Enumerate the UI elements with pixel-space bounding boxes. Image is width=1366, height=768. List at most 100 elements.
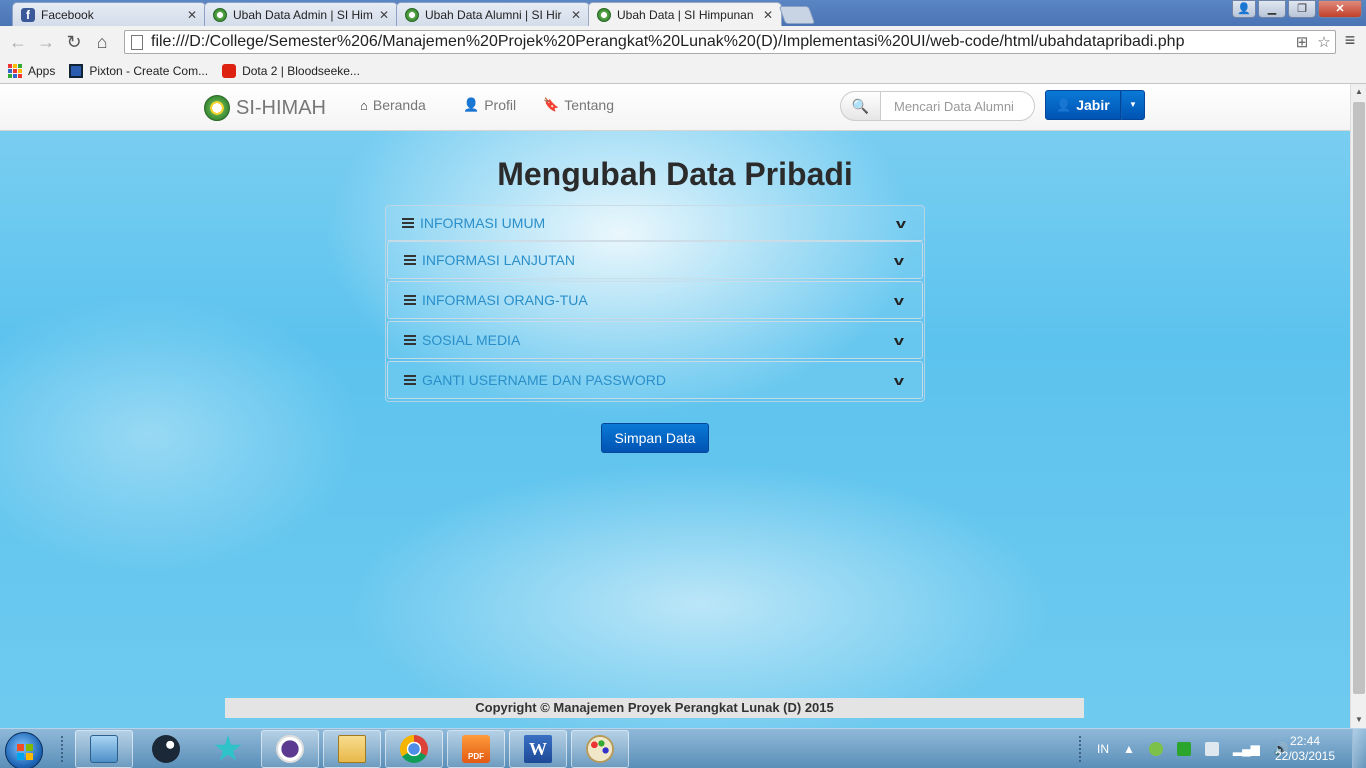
browser-toolbar: ← → ↻ ⌂ file:///D:/College/Semester%206/… <box>0 26 1366 58</box>
back-arrow-icon[interactable]: ← <box>4 28 32 56</box>
taskbar-app-steam[interactable] <box>137 730 195 768</box>
star-app-icon <box>214 735 242 761</box>
clock-time: 22:44 <box>1289 734 1321 748</box>
chrome-menu-icon[interactable]: ≡ <box>1340 30 1360 54</box>
tab-close-icon[interactable]: ✕ <box>571 8 581 22</box>
search-group: 🔍 <box>840 91 1035 121</box>
chrome-icon <box>400 735 428 763</box>
list-icon <box>404 255 416 265</box>
chevron-down-icon: v <box>893 332 905 348</box>
search-button[interactable]: 🔍 <box>840 91 880 121</box>
green-app-icon[interactable] <box>1176 742 1191 756</box>
list-icon <box>404 375 416 385</box>
taskbar-app-star[interactable] <box>199 730 257 768</box>
scroll-down-arrow-icon[interactable]: ▼ <box>1351 712 1366 728</box>
user-button[interactable]: 👤 Jabir <box>1045 90 1121 120</box>
taskbar-app-word[interactable]: W <box>509 730 567 768</box>
tab-close-icon[interactable]: ✕ <box>763 8 773 22</box>
site-brand[interactable]: SI-HIMAH <box>204 95 326 121</box>
accordion-label: INFORMASI ORANG-TUA <box>422 292 588 308</box>
windows-taskbar: PDF W IN ▲ ▂▄▆ 🔊 22:44 22/03/2015 <box>0 728 1366 768</box>
accordion-informasi-umum[interactable]: INFORMASI UMUM v <box>386 206 924 241</box>
caret-down-icon[interactable]: ▼ <box>1121 90 1145 120</box>
profile-icon[interactable]: 👤 <box>1232 0 1256 18</box>
taskbar-grip <box>60 735 64 763</box>
bookmark-apps[interactable]: Apps <box>8 63 55 78</box>
taskbar-app-paint[interactable] <box>571 730 629 768</box>
user-icon: 👤 <box>1056 98 1072 112</box>
steam-icon <box>152 735 180 763</box>
minimize-button[interactable]: ▁ <box>1258 0 1286 18</box>
accordion-informasi-lanjutan[interactable]: INFORMASI LANJUTAN v <box>387 241 923 279</box>
accordion-label: INFORMASI UMUM <box>420 215 546 231</box>
user-name: Jabir <box>1076 97 1110 113</box>
show-desktop-button[interactable] <box>1352 729 1366 768</box>
foxit-pdf-icon: PDF <box>462 735 490 763</box>
tab-title: Ubah Data Alumni | SI Hir <box>425 7 562 22</box>
show-hidden-icons-icon[interactable]: ▲ <box>1123 742 1135 756</box>
nav-tentang[interactable]: 🔖 Tentang <box>543 97 614 113</box>
footer-copyright: Copyright © Manajemen Proyek Perangkat L… <box>225 698 1084 718</box>
sync-icon[interactable] <box>1148 742 1163 756</box>
clock-date: 22/03/2015 <box>1274 749 1336 763</box>
bookmark-pixton[interactable]: Pixton - Create Com... <box>69 63 209 78</box>
address-url[interactable]: file:///D:/College/Semester%206/Manajeme… <box>151 33 1291 51</box>
user-icon: 👤 <box>463 97 480 112</box>
list-icon <box>402 218 414 228</box>
window-controls: 👤 ▁ ❐ ✕ <box>1232 0 1362 18</box>
forward-arrow-icon[interactable]: → <box>32 28 60 56</box>
tab-title: Facebook <box>41 7 94 22</box>
taskbar-app-explorer[interactable] <box>75 730 133 768</box>
accordion-informasi-orang-tua[interactable]: INFORMASI ORANG-TUA v <box>387 281 923 319</box>
nav-beranda[interactable]: ⌂ Beranda <box>360 97 426 113</box>
list-icon <box>404 335 416 345</box>
language-indicator[interactable]: IN <box>1097 742 1109 756</box>
reload-icon[interactable]: ↻ <box>60 28 88 56</box>
translate-icon[interactable]: ⊞ <box>1291 33 1313 51</box>
himah-logo-icon <box>213 7 227 22</box>
search-icon: 🔍 <box>851 98 870 114</box>
device-icon[interactable] <box>1204 742 1219 756</box>
scroll-thumb[interactable] <box>1353 102 1365 694</box>
accordion-ganti-username-password[interactable]: GANTI USERNAME DAN PASSWORD v <box>387 361 923 399</box>
search-input[interactable] <box>880 91 1035 121</box>
bookmark-star-icon[interactable]: ☆ <box>1313 33 1335 51</box>
tab-ubah-data-alumni[interactable]: Ubah Data Alumni | SI Hir ✕ <box>396 2 590 26</box>
chevron-down-icon: v <box>893 292 905 308</box>
close-window-button[interactable]: ✕ <box>1318 0 1362 18</box>
start-button[interactable] <box>5 732 43 768</box>
taskbar-app-cat[interactable] <box>261 730 319 768</box>
tab-ubah-data-admin[interactable]: Ubah Data Admin | SI Him ✕ <box>204 2 398 26</box>
bookmark-label: Pixton - Create Com... <box>89 63 209 78</box>
tab-ubah-data-active[interactable]: Ubah Data | SI Himpunan ✕ <box>588 2 782 27</box>
browser-tab-strip: f Facebook ✕ Ubah Data Admin | SI Him ✕ … <box>0 0 1366 27</box>
accordion-sosial-media[interactable]: SOSIAL MEDIA v <box>387 321 923 359</box>
system-clock[interactable]: 22:44 22/03/2015 <box>1268 734 1342 764</box>
taskbar-app-pdf[interactable]: PDF <box>447 730 505 768</box>
tab-facebook[interactable]: f Facebook ✕ <box>12 2 206 26</box>
tab-title: Ubah Data Admin | SI Him <box>233 7 373 22</box>
nav-profil[interactable]: 👤 Profil <box>463 97 516 113</box>
facebook-icon: f <box>21 7 35 22</box>
system-tray: IN ▲ ▂▄▆ 🔊 <box>1090 729 1296 768</box>
home-icon[interactable]: ⌂ <box>88 28 116 56</box>
bookmark-icon: 🔖 <box>543 97 560 112</box>
page-scrollbar[interactable]: ▲ ▼ <box>1350 84 1366 728</box>
accordion-label: INFORMASI LANJUTAN <box>422 252 575 268</box>
save-data-button[interactable]: Simpan Data <box>601 423 709 453</box>
nav-label: Beranda <box>372 97 426 113</box>
taskbar-app-chrome[interactable] <box>385 730 443 768</box>
signal-icon[interactable]: ▂▄▆ <box>1233 742 1260 756</box>
maximize-button[interactable]: ❐ <box>1288 0 1316 18</box>
tab-close-icon[interactable]: ✕ <box>187 8 197 22</box>
word-icon: W <box>524 735 552 763</box>
taskbar-app-folder[interactable] <box>323 730 381 768</box>
data-accordion: INFORMASI UMUM v INFORMASI LANJUTAN v IN… <box>385 205 925 402</box>
new-tab-button[interactable] <box>778 6 816 24</box>
tab-close-icon[interactable]: ✕ <box>379 8 389 22</box>
brand-text: SI-HIMAH <box>236 96 326 119</box>
himah-logo-icon <box>204 95 230 121</box>
address-bar[interactable]: file:///D:/College/Semester%206/Manajeme… <box>124 30 1336 54</box>
bookmark-dota[interactable]: Dota 2 | Bloodseeke... <box>222 63 360 78</box>
scroll-up-arrow-icon[interactable]: ▲ <box>1351 84 1366 100</box>
